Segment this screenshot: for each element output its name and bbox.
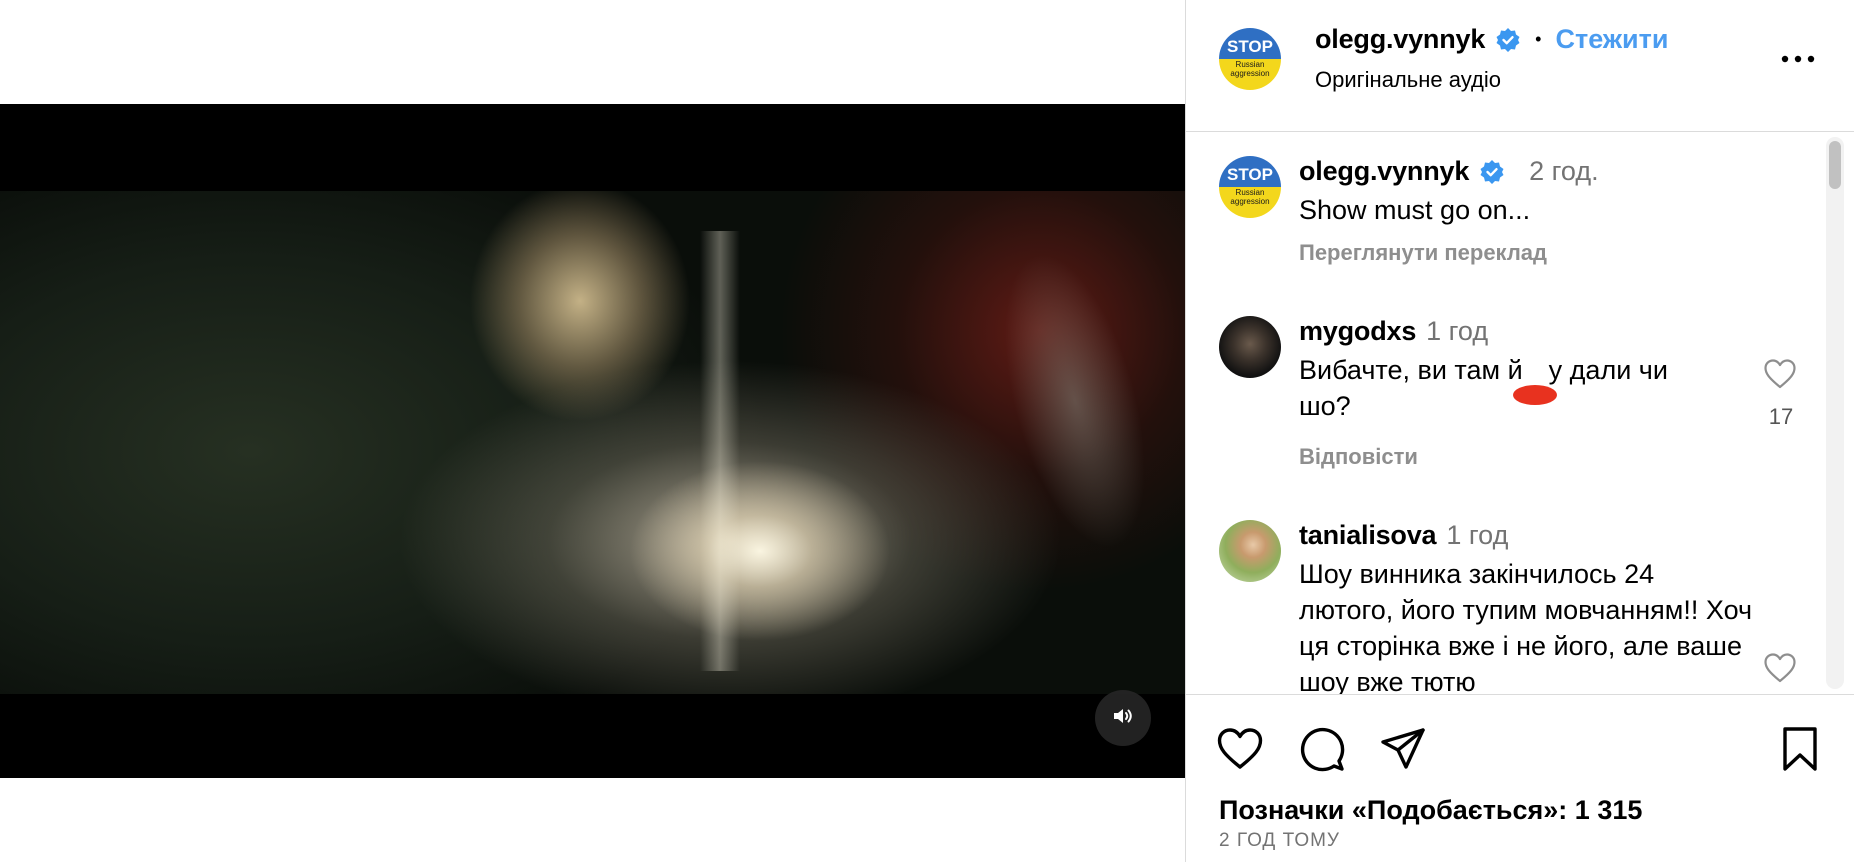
follow-button[interactable]: Стежити xyxy=(1555,24,1668,55)
caption-username[interactable]: olegg.vynnyk xyxy=(1299,156,1469,187)
comment-icon xyxy=(1300,727,1345,772)
video-highlight-arm xyxy=(954,234,1185,568)
comment-name-row: mygodxs 1 год xyxy=(1299,316,1488,347)
video-player[interactable] xyxy=(0,104,1185,778)
comment-username[interactable]: mygodxs xyxy=(1299,316,1416,347)
volume-icon xyxy=(1111,704,1135,733)
comment-time[interactable]: 1 год xyxy=(1426,316,1488,347)
like-button[interactable] xyxy=(1216,725,1264,773)
header-username[interactable]: olegg.vynnyk xyxy=(1315,24,1485,55)
post-timestamp[interactable]: 2 ГОД ТОМУ xyxy=(1219,830,1340,852)
comment-like-count[interactable]: 17 xyxy=(1764,404,1798,430)
media-area xyxy=(0,0,1185,862)
comment-text-part: Вибачте, ви там й xyxy=(1299,355,1523,385)
avatar-stop-text: STOP xyxy=(1227,37,1273,56)
comments-scrollbar[interactable] xyxy=(1826,137,1844,689)
comment-username[interactable]: tanialisova xyxy=(1299,520,1437,551)
caption-text: Show must go on... xyxy=(1299,195,1531,225)
comment-time[interactable]: 1 год xyxy=(1446,520,1508,551)
comments-list[interactable]: STOP Russian aggression olegg.vynnyk 2 г… xyxy=(1186,132,1854,694)
bookmark-icon xyxy=(1783,727,1817,771)
save-button[interactable] xyxy=(1776,725,1824,773)
heart-icon xyxy=(1764,359,1796,389)
redaction-mark xyxy=(1512,385,1557,405)
verified-badge-icon xyxy=(1495,27,1521,53)
caption-name-row: olegg.vynnyk 2 год. xyxy=(1299,156,1599,187)
avatar[interactable] xyxy=(1219,316,1281,378)
heart-icon xyxy=(1217,728,1263,769)
heart-icon xyxy=(1764,653,1796,683)
comment-button[interactable] xyxy=(1298,725,1346,773)
more-icon xyxy=(1780,51,1816,69)
caption-time[interactable]: 2 год. xyxy=(1529,156,1598,187)
comment-like-button[interactable] xyxy=(1763,652,1797,684)
share-icon xyxy=(1381,728,1425,769)
video-frame[interactable] xyxy=(0,191,1185,694)
comment-like-button[interactable] xyxy=(1763,358,1797,390)
avatar-sub-text: Russian aggression xyxy=(1230,188,1270,206)
post-panel: STOP Russian aggression olegg.vynnyk • С… xyxy=(1185,0,1854,862)
scrollbar-thumb[interactable] xyxy=(1829,141,1841,189)
comment-text: Вибачте, ви там й у дали чи шо? xyxy=(1299,352,1719,424)
avatar[interactable] xyxy=(1219,520,1281,582)
post-actions: Позначки «Подобається»: 1 315 2 ГОД ТОМУ xyxy=(1186,694,1854,863)
video-glare xyxy=(700,231,740,671)
avatar[interactable]: STOP Russian aggression xyxy=(1219,28,1281,90)
avatar-stop-text: STOP xyxy=(1227,165,1273,184)
volume-button[interactable] xyxy=(1095,690,1151,746)
header-title-row: olegg.vynnyk • Стежити xyxy=(1315,24,1668,55)
audio-label[interactable]: Оригінальне аудіо xyxy=(1315,67,1501,93)
avatar-sub-text: Russian aggression xyxy=(1230,60,1270,78)
more-options-button[interactable] xyxy=(1778,45,1818,75)
verified-badge-icon xyxy=(1479,159,1505,185)
share-button[interactable] xyxy=(1379,725,1427,773)
comment-text: Шоу винника закінчилось 24 лютого, його … xyxy=(1299,559,1753,694)
reply-button[interactable]: Відповісти xyxy=(1299,444,1418,470)
header-separator-dot: • xyxy=(1535,29,1542,49)
post-header: STOP Russian aggression olegg.vynnyk • С… xyxy=(1186,0,1854,132)
avatar[interactable]: STOP Russian aggression xyxy=(1219,156,1281,218)
comment-text-part: шо? xyxy=(1299,391,1351,421)
comment-text-part: у дали чи xyxy=(1548,355,1668,385)
see-translation-button[interactable]: Переглянути переклад xyxy=(1299,240,1547,266)
likes-count[interactable]: Позначки «Подобається»: 1 315 xyxy=(1219,795,1642,826)
comment-name-row: tanialisova 1 год xyxy=(1299,520,1508,551)
